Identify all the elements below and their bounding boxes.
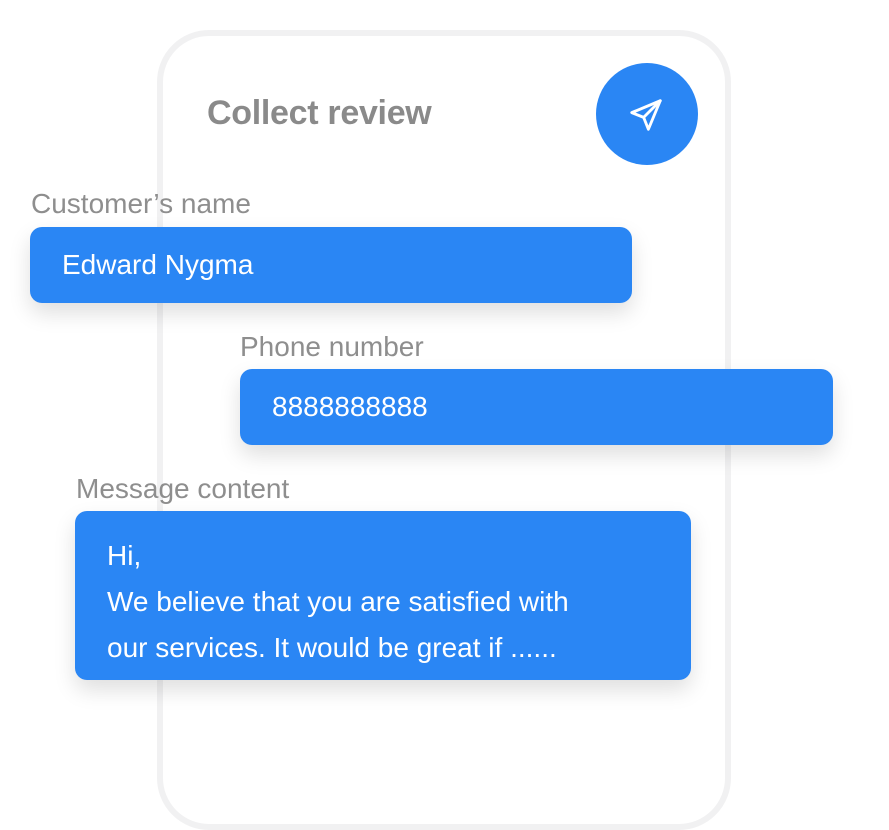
phone-number-input[interactable]: 8888888888: [240, 369, 833, 445]
message-line: our services. It would be great if .....…: [107, 632, 557, 663]
message-content-textarea[interactable]: Hi, We believe that you are satisfied wi…: [75, 511, 691, 680]
message-line: We believe that you are satisfied with: [107, 586, 569, 617]
page-title: Collect review: [207, 94, 432, 132]
message-content-label: Message content: [76, 473, 290, 504]
send-icon: [630, 99, 662, 131]
message-line: Hi,: [107, 540, 142, 571]
customer-name-label: Customer’s name: [31, 188, 251, 219]
customer-name-input[interactable]: Edward Nygma: [30, 227, 632, 303]
send-button[interactable]: [596, 63, 698, 165]
phone-number-label: Phone number: [240, 331, 424, 362]
